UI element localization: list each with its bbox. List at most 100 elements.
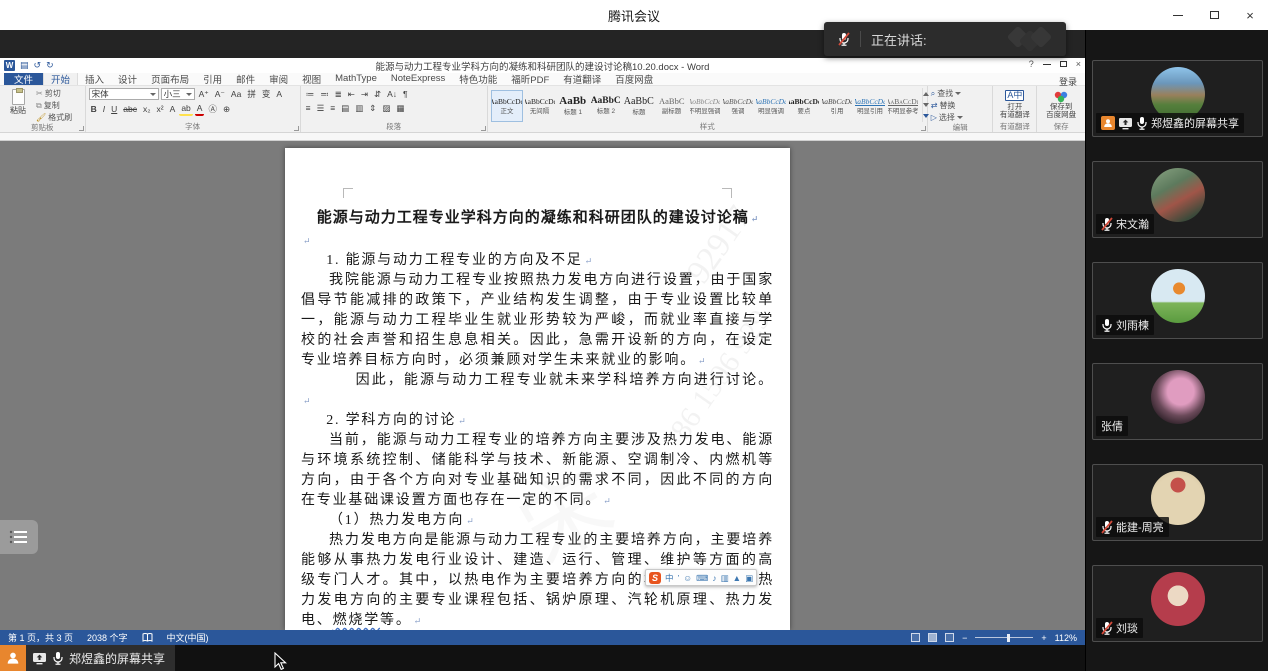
web-layout-icon[interactable] — [945, 633, 954, 642]
para-tool-1[interactable]: ≔ — [304, 88, 317, 100]
sogou-logo-icon[interactable]: S — [649, 572, 661, 584]
para-tool-7[interactable]: A↓ — [385, 88, 399, 100]
font-tool2-3[interactable]: U — [109, 103, 119, 115]
style-chip-11[interactable]: AaBbCcDd引用 — [821, 90, 853, 122]
para-tool-6[interactable]: ⇵ — [372, 88, 383, 100]
style-chip-8[interactable]: AaBbCcDd强调 — [722, 90, 754, 122]
font-tool2-1[interactable]: B — [89, 103, 99, 115]
para-tool2-8[interactable]: ▦ — [394, 102, 406, 114]
para-tool2-1[interactable]: ≡ — [304, 102, 313, 114]
para-tool-5[interactable]: ⇥ — [359, 88, 370, 100]
participant-tile-4[interactable]: 张倩 — [1092, 363, 1263, 440]
ime-tool-2[interactable]: ’ — [678, 572, 680, 584]
style-chip-10[interactable]: AaBbCcDd要点 — [788, 90, 820, 122]
select-button[interactable]: ▷选择 — [931, 112, 963, 123]
font-tool-1[interactable]: A⁺ — [197, 88, 211, 100]
ribbon-tab-7[interactable]: 邮件 — [229, 72, 262, 85]
para-tool2-6[interactable]: ⇕ — [367, 102, 378, 114]
style-chip-7[interactable]: AoBbCcDd不明显强调 — [689, 90, 721, 122]
help-icon[interactable]: ? — [1029, 59, 1034, 69]
proofing-error-icon[interactable] — [142, 633, 153, 643]
ime-tool-3[interactable]: ☺ — [683, 572, 692, 584]
font-tool-2[interactable]: A⁻ — [213, 88, 227, 100]
participant-tile-2[interactable]: 宋文瀚 — [1092, 161, 1263, 238]
ime-tool-8[interactable]: ▣ — [745, 572, 753, 584]
style-chip-9[interactable]: AaBbCcDd明显强调 — [755, 90, 787, 122]
participant-tile-3[interactable]: 刘雨楝 — [1092, 262, 1263, 339]
screen-share-banner[interactable]: 郑煜鑫的屏幕共享 — [0, 645, 175, 671]
dialog-launcher-icon[interactable] — [79, 126, 84, 131]
ribbon-tab-4[interactable]: 设计 — [111, 72, 144, 85]
participant-tile-1[interactable]: 郑煜鑫的屏幕共享 — [1092, 60, 1263, 137]
dialog-launcher-icon[interactable] — [921, 126, 926, 131]
participant-tile-6[interactable]: 刘琰 — [1092, 565, 1263, 642]
para-tool-2[interactable]: ≕ — [318, 88, 331, 100]
font-tool2-10[interactable]: Ⓐ — [206, 103, 219, 115]
style-chip-6[interactable]: AaBbC副标题 — [656, 90, 688, 122]
undo-icon[interactable]: ↺ — [34, 60, 42, 71]
word-close-icon[interactable]: × — [1076, 59, 1081, 69]
ime-tool-6[interactable]: ▥ — [721, 572, 729, 584]
style-chip-12[interactable]: AaBbCcDd明显引用 — [854, 90, 886, 122]
para-tool2-7[interactable]: ▨ — [380, 102, 392, 114]
font-tool2-6[interactable]: x² — [155, 103, 166, 115]
para-tool2-5[interactable]: ▥ — [353, 102, 365, 114]
font-tool-4[interactable]: 拼 — [245, 88, 258, 100]
dialog-launcher-icon[interactable] — [481, 126, 486, 131]
language-indicator[interactable]: 中文(中国) — [167, 631, 209, 644]
style-chip-1[interactable]: AaBbCcDd正文 — [491, 90, 523, 122]
find-button[interactable]: ⌕查找 — [931, 88, 961, 99]
ribbon-tab-8[interactable]: 审阅 — [262, 72, 295, 85]
page-indicator[interactable]: 第 1 页，共 3 页 — [8, 631, 73, 644]
style-chip-4[interactable]: AaBbC标题 2 — [590, 90, 622, 122]
font-tool2-11[interactable]: ⊕ — [221, 103, 232, 115]
save-icon[interactable]: ▤ — [20, 60, 29, 71]
read-mode-icon[interactable] — [911, 633, 920, 642]
para-tool-8[interactable]: ¶ — [401, 88, 410, 100]
font-tool2-7[interactable]: A — [168, 103, 178, 115]
para-tool2-4[interactable]: ▤ — [339, 102, 351, 114]
style-chip-5[interactable]: AaBbC标题 — [623, 90, 655, 122]
ribbon-tab-15[interactable]: 百度网盘 — [608, 72, 660, 85]
cut-button[interactable]: ✂剪切 — [36, 88, 72, 99]
style-chip-3[interactable]: AaBb标题 1 — [557, 90, 589, 122]
zoom-slider-thumb[interactable] — [1007, 634, 1010, 642]
zoom-out-icon[interactable]: − — [962, 633, 967, 643]
font-size-select[interactable]: 小三 — [161, 88, 195, 100]
ribbon-tab-3[interactable]: 插入 — [78, 72, 111, 85]
paste-button[interactable]: 粘贴 — [3, 88, 33, 123]
zoom-slider[interactable] — [975, 637, 1033, 638]
font-tool2-9[interactable]: A — [195, 102, 205, 116]
sign-in-link[interactable]: 登录 — [1059, 75, 1077, 88]
redo-icon[interactable]: ↻ — [46, 60, 54, 71]
font-tool2-8[interactable]: ab — [179, 102, 192, 116]
participant-tile-5[interactable]: 能建-周亮 — [1092, 464, 1263, 541]
para-tool2-3[interactable]: ≡ — [328, 102, 337, 114]
baidu-netdisk-save-button[interactable]: 保存到 百度网盘 — [1044, 88, 1078, 122]
word-minimize-icon[interactable] — [1043, 64, 1051, 65]
para-tool-4[interactable]: ⇤ — [346, 88, 357, 100]
zoom-in-icon[interactable]: + — [1041, 633, 1046, 643]
replace-button[interactable]: ⇄替换 — [931, 100, 956, 111]
print-layout-icon[interactable] — [928, 633, 937, 642]
font-tool2-4[interactable]: abc — [121, 103, 139, 115]
font-tool2-5[interactable]: x₂ — [141, 103, 153, 115]
ribbon-tab-2[interactable]: 开始 — [43, 72, 78, 85]
word-restore-icon[interactable] — [1060, 61, 1067, 67]
word-count[interactable]: 2038 个字 — [87, 631, 128, 644]
font-tool-5[interactable]: 变 — [260, 88, 273, 100]
ime-tool-1[interactable]: 中 — [665, 572, 674, 584]
font-tool-3[interactable]: Aa — [229, 88, 243, 100]
font-tool2-2[interactable]: I — [101, 103, 107, 115]
style-chip-13[interactable]: AaBaCcDd不明显参考 — [887, 90, 919, 122]
youdao-translate-button[interactable]: A中 打开 有道翻译 — [998, 88, 1032, 122]
ribbon-tab-12[interactable]: 特色功能 — [452, 72, 504, 85]
copy-button[interactable]: ⧉复制 — [36, 100, 72, 111]
close-icon[interactable]: × — [1242, 7, 1258, 23]
ime-tool-5[interactable]: ♪ — [712, 572, 716, 584]
ribbon-tab-13[interactable]: 福昕PDF — [504, 72, 556, 85]
dialog-launcher-icon[interactable] — [294, 126, 299, 131]
ribbon-tab-9[interactable]: 视图 — [295, 72, 328, 85]
minimize-icon[interactable] — [1170, 7, 1186, 23]
ime-tool-7[interactable]: ▲ — [733, 572, 741, 584]
